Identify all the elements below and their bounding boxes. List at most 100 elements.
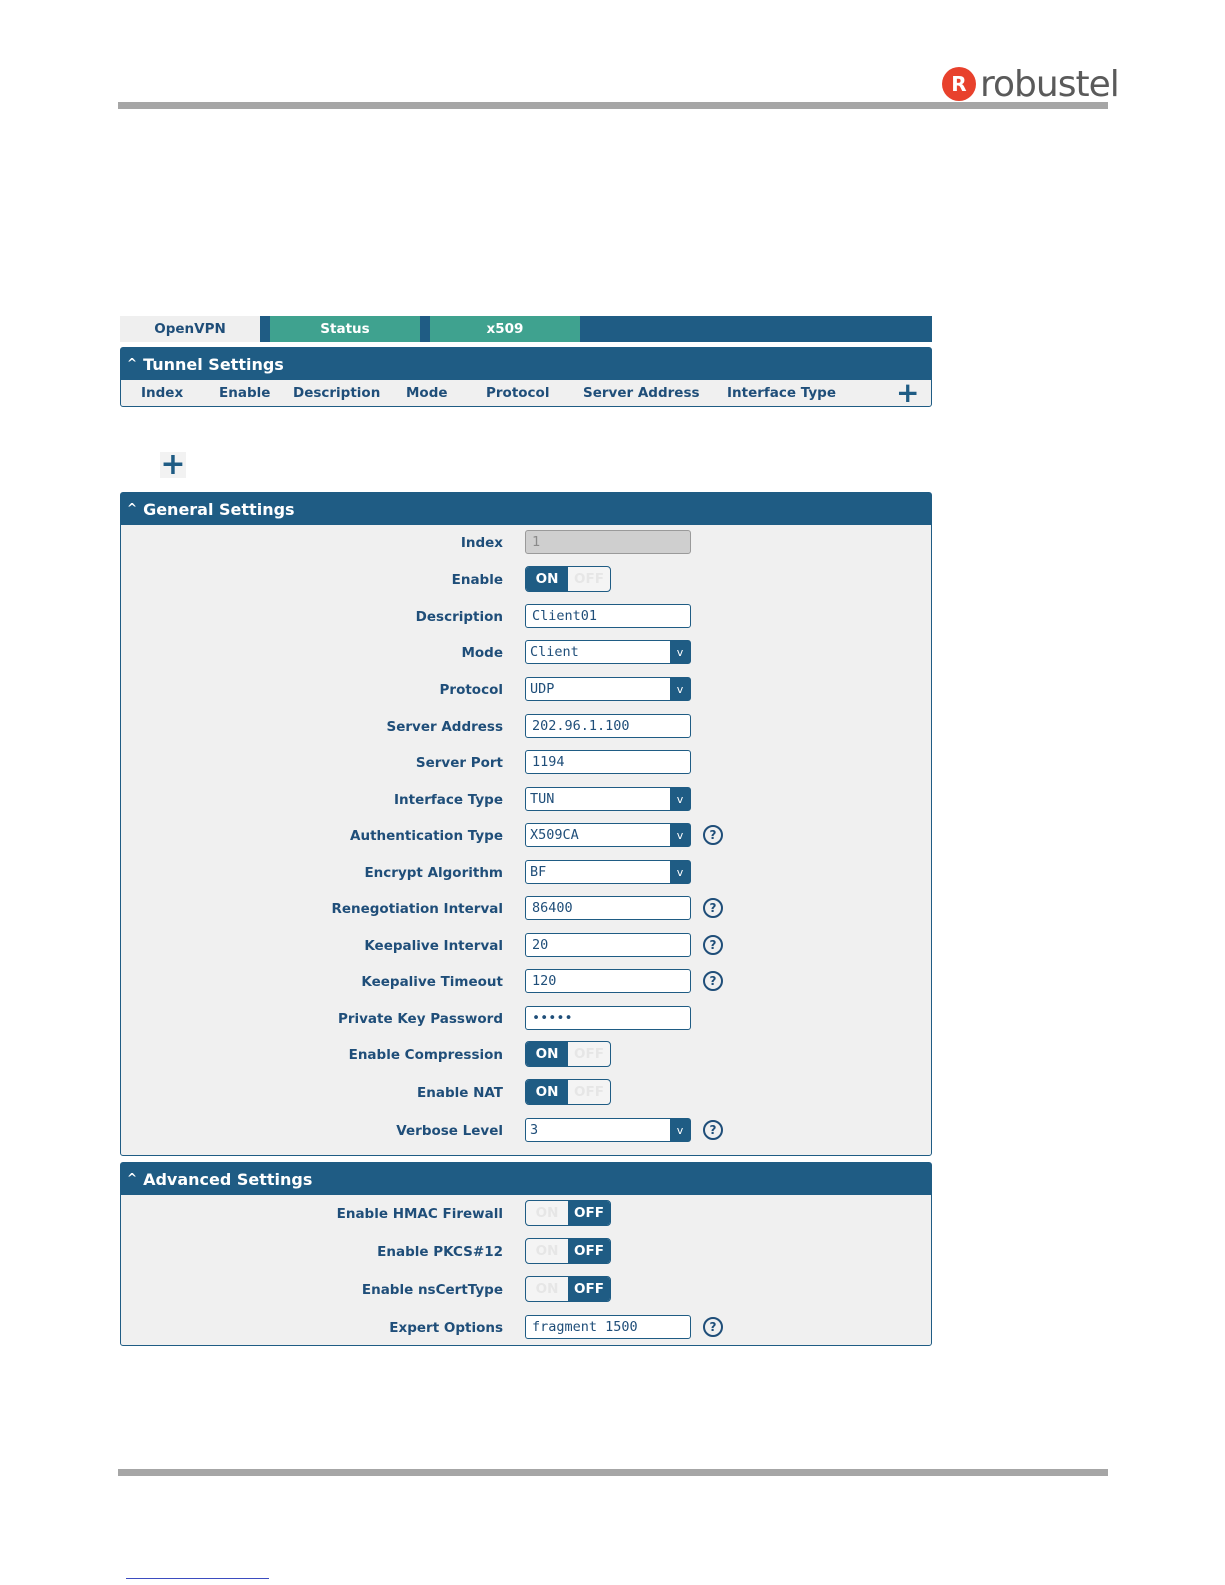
header-divider [118,102,1108,109]
toggle-off: OFF [568,1201,610,1225]
nat-label: Enable NAT [417,1085,503,1101]
interface-type-select[interactable]: TUN v [525,787,691,811]
index-field: 1 [525,530,691,554]
robustel-logo: R robustel [942,62,1120,106]
chevron-down-icon: v [670,824,690,846]
general-settings-title: General Settings [143,499,295,519]
advanced-settings-panel: ^ Advanced Settings Enable HMAC Firewall… [120,1162,932,1346]
logo-wordmark: robustel [980,63,1120,105]
private-key-password-input[interactable]: ••••• [525,1006,691,1030]
renegotiation-label: Renegotiation Interval [331,901,503,917]
hmac-label: Enable HMAC Firewall [336,1206,503,1222]
help-icon[interactable]: ? [703,1120,723,1140]
row-enable: Enable ON OFF [121,566,931,596]
tab-status[interactable]: Status [270,316,420,342]
row-nat: Enable NAT ON OFF [121,1079,931,1109]
collapse-caret-icon: ^ [127,356,138,370]
pkcs12-label: Enable PKCS#12 [377,1244,503,1260]
protocol-select[interactable]: UDP v [525,677,691,701]
compression-toggle[interactable]: ON OFF [525,1041,611,1067]
general-settings-panel: ^ General Settings Index 1 Enable ON OFF… [120,492,932,1156]
row-encrypt: Encrypt Algorithm BF v [121,859,931,889]
help-icon[interactable]: ? [703,971,723,991]
add-tunnel-icon[interactable]: + [896,379,919,407]
toggle-on: ON [535,1205,559,1221]
row-server-port: Server Port 1194 [121,749,931,779]
general-settings-header[interactable]: ^ General Settings [121,493,931,525]
auth-type-value: X509CA [530,827,579,843]
help-icon[interactable]: ? [703,898,723,918]
tab-x509[interactable]: x509 [430,316,580,342]
interface-type-value: TUN [530,791,555,807]
tab-openvpn[interactable]: OpenVPN [120,316,260,342]
toggle-on: ON [526,567,568,591]
toggle-off: OFF [574,571,604,587]
row-protocol: Protocol UDP v [121,676,931,706]
expert-options-input[interactable]: fragment 1500 [525,1315,691,1339]
row-expert: Expert Options fragment 1500 ? [121,1314,931,1344]
pkcs12-toggle[interactable]: ON OFF [525,1238,611,1264]
server-address-label: Server Address [386,719,503,735]
tunnel-settings-header[interactable]: ^ Tunnel Settings [121,348,931,380]
server-address-input[interactable]: 202.96.1.100 [525,714,691,738]
column-index: Index [141,385,184,401]
row-renegotiation: Renegotiation Interval 86400 ? [121,895,931,925]
row-description: Description Client01 [121,603,931,633]
chevron-down-icon: v [670,788,690,810]
column-protocol: Protocol [486,385,550,401]
column-description: Description [293,385,381,401]
tab-bar: OpenVPN Status x509 [120,316,932,342]
collapse-caret-icon: ^ [127,1171,138,1185]
auth-type-select[interactable]: X509CA v [525,823,691,847]
nscert-toggle[interactable]: ON OFF [525,1276,611,1302]
toggle-on: ON [535,1243,559,1259]
tunnel-settings-panel: ^ Tunnel Settings Index Enable Descripti… [120,347,932,407]
row-mode: Mode Client v [121,639,931,669]
toggle-off: OFF [574,1084,604,1100]
enable-toggle[interactable]: ON OFF [525,566,611,592]
renegotiation-input[interactable]: 86400 [525,896,691,920]
encrypt-label: Encrypt Algorithm [364,865,503,881]
hmac-toggle[interactable]: ON OFF [525,1200,611,1226]
keepalive-interval-input[interactable]: 20 [525,933,691,957]
footer-link-underline[interactable] [126,1578,269,1579]
chevron-down-icon: v [670,678,690,700]
enable-label: Enable [451,572,503,588]
advanced-settings-header[interactable]: ^ Advanced Settings [121,1163,931,1195]
plus-icon: + [160,447,186,482]
encrypt-value: BF [530,864,547,880]
footer-divider [118,1469,1108,1476]
toggle-on: ON [526,1042,568,1066]
column-mode: Mode [406,385,448,401]
private-key-label: Private Key Password [337,1011,503,1027]
tunnel-table-header: Index Enable Description Mode Protocol S… [121,379,931,407]
help-icon[interactable]: ? [703,1317,723,1337]
add-button[interactable]: + [160,447,186,482]
protocol-label: Protocol [439,682,503,698]
verbose-select[interactable]: 3 v [525,1118,691,1142]
verbose-value: 3 [530,1122,539,1138]
tunnel-settings-title: Tunnel Settings [143,354,284,374]
chevron-down-icon: v [670,1119,690,1141]
toggle-off: OFF [574,1046,604,1062]
nat-toggle[interactable]: ON OFF [525,1079,611,1105]
help-icon[interactable]: ? [703,825,723,845]
index-label: Index [460,535,503,551]
mode-select[interactable]: Client v [525,640,691,664]
advanced-settings-title: Advanced Settings [143,1169,313,1189]
help-icon[interactable]: ? [703,935,723,955]
description-input[interactable]: Client01 [525,604,691,628]
encrypt-select[interactable]: BF v [525,860,691,884]
toggle-off: OFF [568,1277,610,1301]
server-port-input[interactable]: 1194 [525,750,691,774]
keepalive-timeout-input[interactable]: 120 [525,969,691,993]
logo-badge-icon: R [942,67,976,101]
protocol-value: UDP [530,681,555,697]
server-port-label: Server Port [415,755,503,771]
column-enable: Enable [219,385,271,401]
row-keepalive-interval: Keepalive Interval 20 ? [121,932,931,962]
compression-label: Enable Compression [348,1047,503,1063]
row-keepalive-timeout: Keepalive Timeout 120 ? [121,968,931,998]
expert-label: Expert Options [389,1320,503,1336]
row-compression: Enable Compression ON OFF [121,1041,931,1071]
